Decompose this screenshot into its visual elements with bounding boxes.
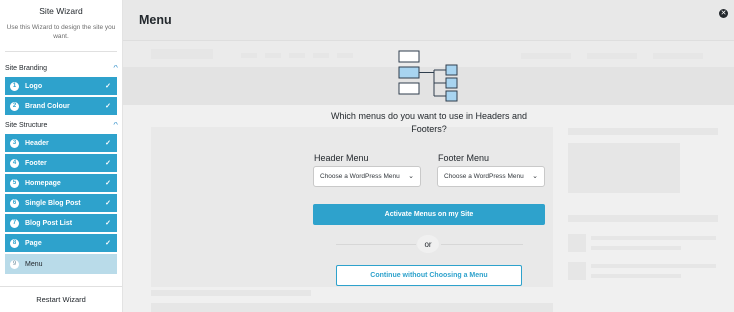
step-label: Logo [25, 82, 43, 90]
step-page[interactable]: 8 Page ✓ [5, 234, 117, 252]
step-number: 2 [10, 101, 19, 111]
divider-line [336, 244, 416, 245]
chevron-up-icon: ^ [113, 121, 118, 129]
menu-structure-icon [398, 50, 458, 102]
step-label: Blog Post List [25, 219, 73, 227]
step-footer[interactable]: 4 Footer ✓ [5, 154, 117, 172]
check-icon: ✓ [105, 83, 111, 90]
activate-menus-button[interactable]: Activate Menus on my Site [313, 204, 545, 225]
sidebar-description: Use this Wizard to design the site you w… [6, 24, 116, 40]
chevron-down-icon: ⌄ [408, 173, 414, 180]
step-menu[interactable]: 9 Menu [5, 254, 117, 274]
check-icon: ✓ [105, 240, 111, 247]
check-icon: ✓ [105, 103, 111, 110]
page-title: Menu [139, 13, 172, 27]
step-number: 3 [10, 138, 19, 148]
check-icon: ✓ [105, 160, 111, 167]
main-panel: Menu ✕ Which menus do you want to use in… [123, 0, 734, 312]
section-label: Site Structure [5, 121, 48, 129]
check-icon: ✓ [105, 220, 111, 227]
step-brand-colour[interactable]: 2 Brand Colour ✓ [5, 97, 117, 115]
step-label: Menu [25, 260, 43, 268]
step-number: 5 [10, 178, 19, 188]
step-label: Header [25, 139, 49, 147]
check-icon: ✓ [105, 180, 111, 187]
step-number: 7 [10, 218, 19, 228]
section-site-branding: Site Branding ^ 1 Logo ✓ 2 Brand Colour … [0, 62, 122, 115]
section-label: Site Branding [5, 64, 48, 72]
step-label: Page [25, 239, 42, 247]
footer-menu-select[interactable]: Choose a WordPress Menu ⌄ [437, 166, 545, 187]
continue-without-menu-button[interactable]: Continue without Choosing a Menu [336, 265, 522, 286]
section-header-branding[interactable]: Site Branding ^ [0, 62, 122, 74]
divider-line [441, 244, 523, 245]
step-label: Single Blog Post [25, 199, 81, 207]
select-value: Choose a WordPress Menu [320, 173, 400, 180]
step-label: Footer [25, 159, 47, 167]
step-number: 6 [10, 198, 19, 208]
header-menu-label: Header Menu [314, 153, 369, 163]
step-logo[interactable]: 1 Logo ✓ [5, 77, 117, 95]
step-homepage[interactable]: 5 Homepage ✓ [5, 174, 117, 192]
check-icon: ✓ [105, 140, 111, 147]
step-label: Homepage [25, 179, 61, 187]
step-number: 8 [10, 238, 19, 248]
section-header-structure[interactable]: Site Structure ^ [0, 119, 122, 131]
top-bar: Menu ✕ [123, 0, 734, 41]
step-header[interactable]: 3 Header ✓ [5, 134, 117, 152]
header-menu-select[interactable]: Choose a WordPress Menu ⌄ [313, 166, 421, 187]
step-number: 1 [10, 81, 19, 91]
step-label: Brand Colour [25, 102, 70, 110]
restart-wizard-button[interactable]: Restart Wizard [0, 286, 122, 312]
step-single-blog-post[interactable]: 6 Single Blog Post ✓ [5, 194, 117, 212]
chevron-down-icon: ⌄ [532, 173, 538, 180]
check-icon: ✓ [105, 200, 111, 207]
wizard-sidebar: Site Wizard Use this Wizard to design th… [0, 0, 123, 312]
sidebar-title: Site Wizard [39, 6, 83, 16]
sidebar-divider [5, 51, 117, 52]
or-separator: or [417, 235, 439, 253]
chevron-up-icon: ^ [113, 64, 118, 72]
step-number: 9 [10, 259, 19, 269]
select-value: Choose a WordPress Menu [444, 173, 524, 180]
close-icon[interactable]: ✕ [719, 9, 728, 18]
step-blog-post-list[interactable]: 7 Blog Post List ✓ [5, 214, 117, 232]
section-site-structure: Site Structure ^ 3 Header ✓ 4 Footer ✓ 5… [0, 119, 122, 274]
menu-question: Which menus do you want to use in Header… [330, 111, 528, 134]
step-number: 4 [10, 158, 19, 168]
footer-menu-label: Footer Menu [438, 153, 490, 163]
